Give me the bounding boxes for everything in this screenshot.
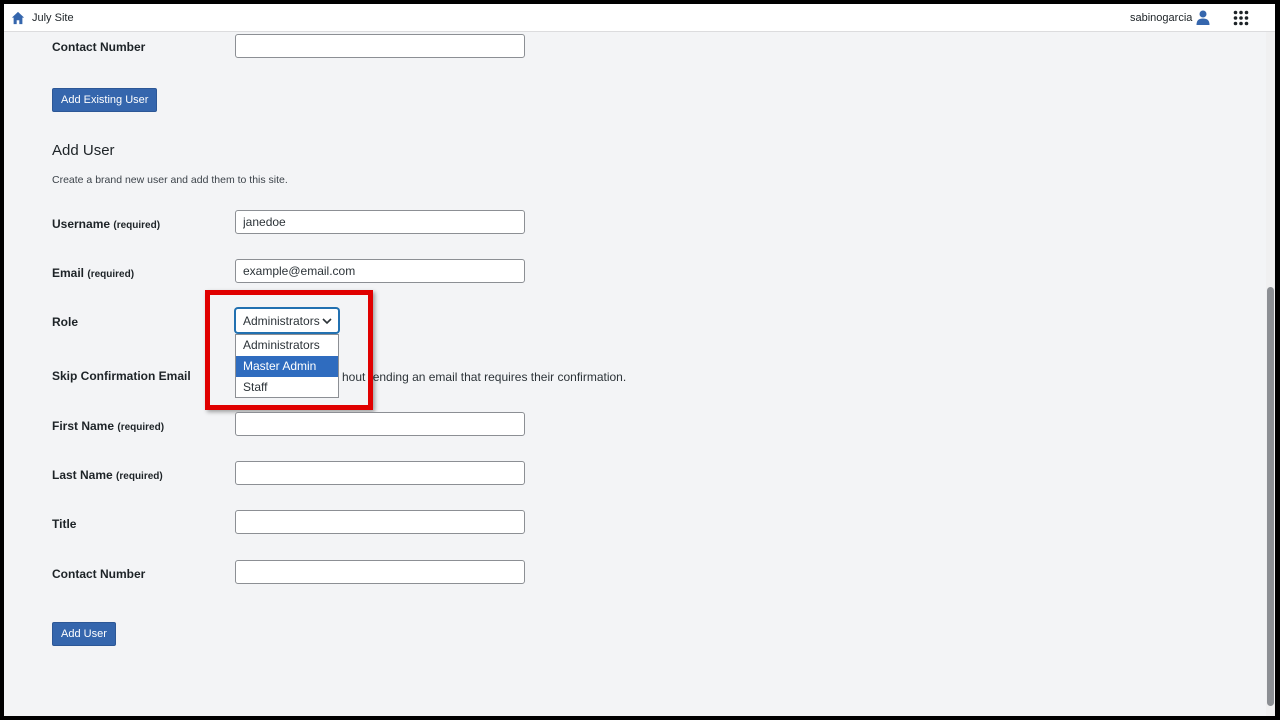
add-user-description: Create a brand new user and add them to … xyxy=(52,174,288,186)
last-name-input[interactable] xyxy=(235,461,525,485)
email-label: Email (required) xyxy=(52,266,135,280)
account-username[interactable]: sabinogarcia xyxy=(1130,12,1192,24)
username-label: Username (required) xyxy=(52,217,161,231)
add-user-button[interactable]: Add User xyxy=(52,622,116,646)
required-marker: (required) xyxy=(116,471,163,482)
required-marker: (required) xyxy=(87,269,135,280)
username-input[interactable] xyxy=(235,210,525,234)
add-existing-user-button[interactable]: Add Existing User xyxy=(52,88,158,112)
first-name-label: First Name (required) xyxy=(52,419,165,433)
existing-contact-label: Contact Number xyxy=(52,40,146,54)
app-window: July Site sabinogarcia Contact Number Ad… xyxy=(4,4,1275,716)
add-user-heading: Add User xyxy=(52,142,115,159)
site-title[interactable]: July Site xyxy=(32,12,74,24)
skip-confirmation-label: Skip Confirmation Email xyxy=(52,369,191,383)
required-marker: (required) xyxy=(113,220,161,231)
role-label: Role xyxy=(52,315,79,329)
highlight-annotation xyxy=(205,290,373,410)
title-input[interactable] xyxy=(235,510,525,534)
existing-contact-input[interactable] xyxy=(235,34,525,58)
skip-confirmation-description: hout ending an email that requires their… xyxy=(342,370,627,384)
home-icon[interactable] xyxy=(11,11,25,25)
top-bar: July Site sabinogarcia xyxy=(4,4,1275,32)
title-label: Title xyxy=(52,517,77,531)
scrollbar-thumb[interactable] xyxy=(1267,287,1274,706)
first-name-input[interactable] xyxy=(235,412,525,436)
grid-icon[interactable] xyxy=(1233,10,1249,26)
email-input[interactable] xyxy=(235,259,525,283)
contact-number-input[interactable] xyxy=(235,560,525,584)
last-name-label: Last Name (required) xyxy=(52,468,163,482)
required-marker: (required) xyxy=(117,422,165,433)
contact-number-label: Contact Number xyxy=(52,567,146,581)
user-icon[interactable] xyxy=(1196,10,1210,25)
